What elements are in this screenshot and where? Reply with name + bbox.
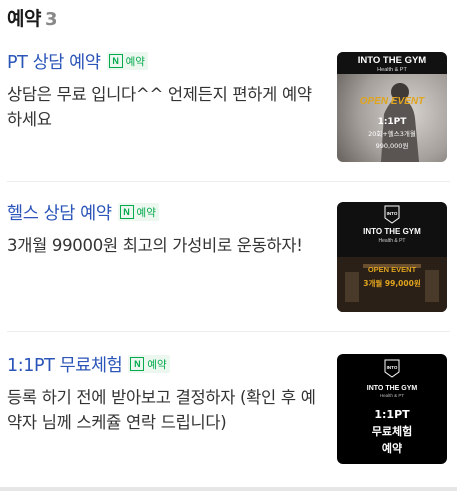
booking-item-title[interactable]: PT 상담 예약 [7, 49, 101, 74]
booking-item-thumbnail[interactable]: INTO INTO THE GYM Health & PT OPEN EVENT… [337, 202, 447, 312]
naver-n-icon: N [108, 54, 123, 68]
booking-badge-label: 예약 [147, 358, 167, 371]
thumb-brand: INTO THE GYM [363, 227, 421, 236]
thumb-brand: INTO THE GYM [367, 385, 418, 392]
divider [7, 181, 450, 182]
booking-item-text: 헬스 상담 예약 N 예약 3개월 99000원 최고의 가성비로 운동하자! [7, 199, 325, 283]
thumb-logo: INTO [387, 365, 398, 370]
thumb-line1: 1:1PT [374, 408, 410, 421]
thumb-price: 990,000원 [376, 141, 409, 150]
naver-n-icon: N [130, 357, 145, 371]
thumb-tagline: Health & PT [377, 67, 407, 73]
thumb-brand: INTO THE GYM [358, 55, 427, 66]
divider [7, 331, 450, 332]
booking-badge[interactable]: N 예약 [117, 203, 159, 221]
booking-item-description: 등록 하기 전에 받아보고 결정하자 (확인 후 예약자 님께 스케쥴 연락 드… [7, 388, 316, 432]
booking-item-text: PT 상담 예약 N 예약 상담은 무료 입니다^^ 언제든지 편하게 예약하세… [7, 48, 325, 132]
thumb-logo: INTO [387, 211, 398, 216]
booking-badge[interactable]: N 예약 [106, 52, 148, 70]
booking-item-thumbnail[interactable]: INTO THE GYM Health & PT OPEN EVENT 1:1P… [337, 52, 447, 162]
thumb-event: OPEN EVENT [360, 96, 425, 107]
thumb-event: OPEN EVENT [368, 265, 417, 274]
section-title: 예약 [7, 8, 41, 30]
booking-badge-label: 예약 [136, 206, 156, 219]
thumb-tagline: Health & PT [380, 393, 405, 398]
booking-item-title[interactable]: 헬스 상담 예약 [7, 200, 112, 225]
thumb-tagline: Health & PT [379, 238, 406, 244]
thumb-detail: 20회+헬스3개월 [368, 129, 416, 138]
booking-item-description: 상담은 무료 입니다^^ 언제든지 편하게 예약하세요 [7, 85, 312, 129]
booking-item-description: 3개월 99000원 최고의 가성비로 운동하자! [7, 236, 303, 255]
naver-n-icon: N [119, 205, 134, 219]
section-count: 3 [44, 9, 58, 30]
booking-item-title[interactable]: 1:1PT 무료체험 [7, 352, 123, 377]
booking-badge[interactable]: N 예약 [128, 355, 170, 373]
thumb-line2: 무료체험 [372, 424, 412, 438]
booking-item-thumbnail[interactable]: INTO INTO THE GYM Health & PT 1:1PT 무료체험… [337, 354, 447, 464]
section-bottom-border [0, 487, 457, 491]
thumb-line3: 예약 [382, 441, 402, 455]
section-header: 예약 3 [7, 4, 58, 30]
thumb-offer: 1:1PT [378, 117, 408, 127]
booking-item-text: 1:1PT 무료체험 N 예약 등록 하기 전에 받아보고 결정하자 (확인 후… [7, 351, 325, 435]
booking-badge-label: 예약 [125, 55, 145, 68]
thumb-offer: 3개월 99,000원 [363, 278, 421, 288]
